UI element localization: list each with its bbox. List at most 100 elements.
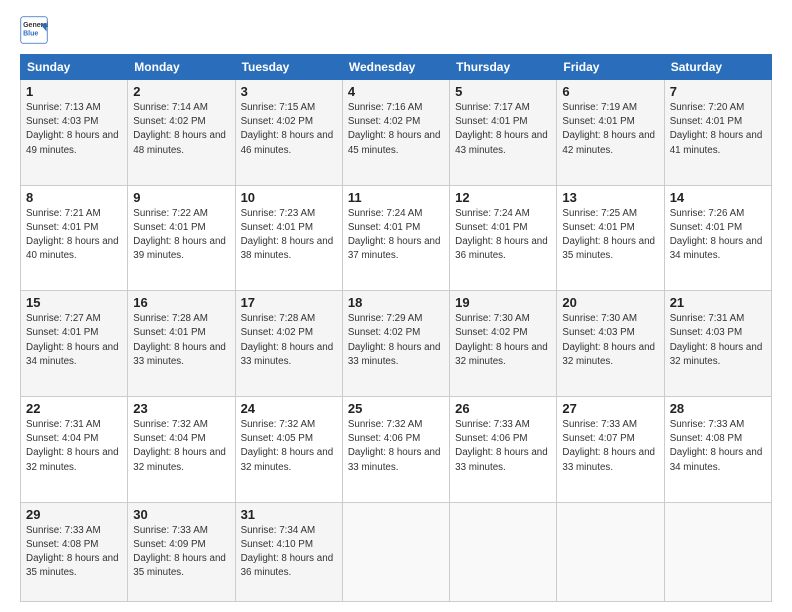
- svg-text:Blue: Blue: [23, 30, 38, 37]
- day-number: 19: [455, 295, 551, 310]
- calendar-cell: 2 Sunrise: 7:14 AMSunset: 4:02 PMDaylight…: [128, 80, 235, 186]
- day-info: Sunrise: 7:25 AMSunset: 4:01 PMDaylight:…: [562, 207, 658, 264]
- calendar-week-1: 1 Sunrise: 7:13 AMSunset: 4:03 PMDaylight…: [21, 80, 772, 186]
- calendar-cell: 14 Sunrise: 7:26 AMSunset: 4:01 PMDayligh…: [664, 185, 771, 291]
- day-number: 7: [670, 84, 766, 99]
- day-number: 25: [348, 401, 444, 416]
- calendar-cell: 3 Sunrise: 7:15 AMSunset: 4:02 PMDaylight…: [235, 80, 342, 186]
- calendar-cell: 1 Sunrise: 7:13 AMSunset: 4:03 PMDaylight…: [21, 80, 128, 186]
- calendar-cell: 22Sunrise: 7:31 AMSunset: 4:04 PMDayligh…: [21, 396, 128, 502]
- day-info: Sunrise: 7:24 AMSunset: 4:01 PMDaylight:…: [348, 207, 444, 264]
- day-info: Sunrise: 7:23 AMSunset: 4:01 PMDaylight:…: [241, 207, 337, 264]
- logo: General Blue: [20, 16, 48, 44]
- day-info: Sunrise: 7:33 AMSunset: 4:08 PMDaylight:…: [26, 524, 122, 581]
- calendar-week-2: 8 Sunrise: 7:21 AMSunset: 4:01 PMDaylight…: [21, 185, 772, 291]
- day-info: Sunrise: 7:28 AMSunset: 4:01 PMDaylight:…: [133, 312, 229, 369]
- day-info: Sunrise: 7:15 AMSunset: 4:02 PMDaylight:…: [241, 101, 337, 158]
- day-info: Sunrise: 7:13 AMSunset: 4:03 PMDaylight:…: [26, 101, 122, 158]
- weekday-header-friday: Friday: [557, 55, 664, 80]
- day-info: Sunrise: 7:33 AMSunset: 4:09 PMDaylight:…: [133, 524, 229, 581]
- calendar-cell: 6 Sunrise: 7:19 AMSunset: 4:01 PMDaylight…: [557, 80, 664, 186]
- calendar-cell: 26 Sunrise: 7:33 AMSunset: 4:06 PMDayligh…: [450, 396, 557, 502]
- day-number: 1: [26, 84, 122, 99]
- calendar-cell: 20Sunrise: 7:30 AMSunset: 4:03 PMDayligh…: [557, 291, 664, 397]
- calendar-cell: 12 Sunrise: 7:24 AMSunset: 4:01 PMDayligh…: [450, 185, 557, 291]
- calendar-week-5: 29 Sunrise: 7:33 AMSunset: 4:08 PMDayligh…: [21, 502, 772, 601]
- day-info: Sunrise: 7:19 AMSunset: 4:01 PMDaylight:…: [562, 101, 658, 158]
- day-number: 16: [133, 295, 229, 310]
- day-info: Sunrise: 7:31 AMSunset: 4:04 PMDaylight:…: [26, 418, 122, 475]
- day-number: 23: [133, 401, 229, 416]
- calendar-cell: 15 Sunrise: 7:27 AMSunset: 4:01 PMDayligh…: [21, 291, 128, 397]
- day-number: 3: [241, 84, 337, 99]
- calendar-cell: [664, 502, 771, 601]
- calendar-cell: 23 Sunrise: 7:32 AMSunset: 4:04 PMDayligh…: [128, 396, 235, 502]
- day-info: Sunrise: 7:17 AMSunset: 4:01 PMDaylight:…: [455, 101, 551, 158]
- day-number: 18: [348, 295, 444, 310]
- day-number: 11: [348, 190, 444, 205]
- day-info: Sunrise: 7:33 AMSunset: 4:06 PMDaylight:…: [455, 418, 551, 475]
- day-info: Sunrise: 7:33 AMSunset: 4:07 PMDaylight:…: [562, 418, 658, 475]
- calendar-cell: 10Sunrise: 7:23 AMSunset: 4:01 PMDayligh…: [235, 185, 342, 291]
- day-number: 15: [26, 295, 122, 310]
- day-info: Sunrise: 7:32 AMSunset: 4:04 PMDaylight:…: [133, 418, 229, 475]
- header: General Blue: [20, 16, 772, 44]
- day-info: Sunrise: 7:22 AMSunset: 4:01 PMDaylight:…: [133, 207, 229, 264]
- day-number: 8: [26, 190, 122, 205]
- day-info: Sunrise: 7:28 AMSunset: 4:02 PMDaylight:…: [241, 312, 337, 369]
- day-info: Sunrise: 7:30 AMSunset: 4:02 PMDaylight:…: [455, 312, 551, 369]
- calendar-cell: 24 Sunrise: 7:32 AMSunset: 4:05 PMDayligh…: [235, 396, 342, 502]
- calendar-cell: 11 Sunrise: 7:24 AMSunset: 4:01 PMDayligh…: [342, 185, 449, 291]
- day-info: Sunrise: 7:26 AMSunset: 4:01 PMDaylight:…: [670, 207, 766, 264]
- calendar-cell: 4 Sunrise: 7:16 AMSunset: 4:02 PMDaylight…: [342, 80, 449, 186]
- calendar-cell: 19 Sunrise: 7:30 AMSunset: 4:02 PMDayligh…: [450, 291, 557, 397]
- day-info: Sunrise: 7:21 AMSunset: 4:01 PMDaylight:…: [26, 207, 122, 264]
- day-number: 21: [670, 295, 766, 310]
- calendar-cell: 28Sunrise: 7:33 AMSunset: 4:08 PMDayligh…: [664, 396, 771, 502]
- day-number: 13: [562, 190, 658, 205]
- day-number: 2: [133, 84, 229, 99]
- day-number: 17: [241, 295, 337, 310]
- weekday-header-wednesday: Wednesday: [342, 55, 449, 80]
- calendar-cell: 16 Sunrise: 7:28 AMSunset: 4:01 PMDayligh…: [128, 291, 235, 397]
- day-number: 6: [562, 84, 658, 99]
- day-info: Sunrise: 7:14 AMSunset: 4:02 PMDaylight:…: [133, 101, 229, 158]
- day-number: 12: [455, 190, 551, 205]
- day-number: 5: [455, 84, 551, 99]
- day-info: Sunrise: 7:32 AMSunset: 4:06 PMDaylight:…: [348, 418, 444, 475]
- weekday-header-sunday: Sunday: [21, 55, 128, 80]
- calendar-week-4: 22Sunrise: 7:31 AMSunset: 4:04 PMDayligh…: [21, 396, 772, 502]
- calendar-cell: 21Sunrise: 7:31 AMSunset: 4:03 PMDayligh…: [664, 291, 771, 397]
- day-info: Sunrise: 7:32 AMSunset: 4:05 PMDaylight:…: [241, 418, 337, 475]
- calendar-cell: 31 Sunrise: 7:34 AMSunset: 4:10 PMDayligh…: [235, 502, 342, 601]
- day-number: 26: [455, 401, 551, 416]
- day-number: 29: [26, 507, 122, 522]
- weekday-header-row: SundayMondayTuesdayWednesdayThursdayFrid…: [21, 55, 772, 80]
- day-info: Sunrise: 7:34 AMSunset: 4:10 PMDaylight:…: [241, 524, 337, 581]
- calendar-cell: [342, 502, 449, 601]
- calendar-cell: [557, 502, 664, 601]
- calendar-cell: 17 Sunrise: 7:28 AMSunset: 4:02 PMDayligh…: [235, 291, 342, 397]
- calendar-cell: 18Sunrise: 7:29 AMSunset: 4:02 PMDayligh…: [342, 291, 449, 397]
- day-number: 24: [241, 401, 337, 416]
- weekday-header-thursday: Thursday: [450, 55, 557, 80]
- day-number: 9: [133, 190, 229, 205]
- day-number: 4: [348, 84, 444, 99]
- page: General Blue SundayMondayTuesdayWednesda…: [0, 0, 792, 612]
- calendar-cell: 7Sunrise: 7:20 AMSunset: 4:01 PMDaylight…: [664, 80, 771, 186]
- calendar-cell: 5 Sunrise: 7:17 AMSunset: 4:01 PMDaylight…: [450, 80, 557, 186]
- calendar-table: SundayMondayTuesdayWednesdayThursdayFrid…: [20, 54, 772, 602]
- calendar-cell: 27 Sunrise: 7:33 AMSunset: 4:07 PMDayligh…: [557, 396, 664, 502]
- day-info: Sunrise: 7:24 AMSunset: 4:01 PMDaylight:…: [455, 207, 551, 264]
- day-number: 27: [562, 401, 658, 416]
- calendar-cell: 29 Sunrise: 7:33 AMSunset: 4:08 PMDayligh…: [21, 502, 128, 601]
- day-number: 28: [670, 401, 766, 416]
- day-info: Sunrise: 7:16 AMSunset: 4:02 PMDaylight:…: [348, 101, 444, 158]
- day-number: 14: [670, 190, 766, 205]
- day-info: Sunrise: 7:27 AMSunset: 4:01 PMDaylight:…: [26, 312, 122, 369]
- weekday-header-saturday: Saturday: [664, 55, 771, 80]
- calendar-cell: 8 Sunrise: 7:21 AMSunset: 4:01 PMDaylight…: [21, 185, 128, 291]
- day-info: Sunrise: 7:30 AMSunset: 4:03 PMDaylight:…: [562, 312, 658, 369]
- weekday-header-tuesday: Tuesday: [235, 55, 342, 80]
- day-number: 31: [241, 507, 337, 522]
